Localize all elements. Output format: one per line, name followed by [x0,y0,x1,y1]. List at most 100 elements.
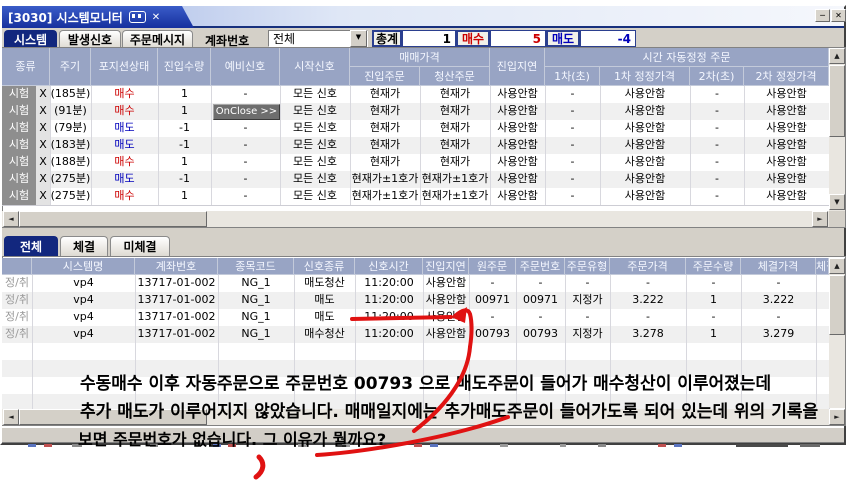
account-select[interactable]: 전체 ▼ [268,30,368,47]
column-header: 원주문 [469,258,516,275]
order-row: 정/취vp413717-01-002NG_1매도11:20:00사용안함0097… [2,292,829,309]
column-header: 진입지연 [423,258,469,275]
empty-cell [816,377,830,395]
cell-account-no: 13717-01-002 [135,292,219,310]
tab-signals[interactable]: 발생신호 [59,30,121,48]
clipped-glyph [414,444,422,447]
column-header: 종목코드 [218,258,294,275]
cell-order-price: - [610,275,687,293]
tab-order-messages[interactable]: 주문메시지 [122,30,193,48]
cell-reserve-signal: - [211,86,281,104]
cell-exit-order: 현재가 [420,137,491,155]
cell-order-price: - [610,309,687,327]
cell-t1-sec: - [545,103,601,121]
cell-t1-price: 사용안함 [600,171,691,189]
cell-qty: 1 [158,86,212,104]
cell-period: (91분) [50,103,92,121]
cell-orig-order: - [469,275,517,293]
cell-t1-price: 사용안함 [600,137,691,155]
scroll-right-icon[interactable]: ► [829,409,845,425]
cell-order-type: - [565,275,611,293]
column-header: 주문번호 [516,258,565,275]
modify-cancel-button[interactable]: 정/취 [2,326,33,344]
signal-row: 시험X(185분)매수1-모든 신호현재가현재가사용안함-사용안함-사용안함 [2,86,829,103]
cell-reserve-signal: - [211,188,281,206]
tab-all[interactable]: 전체 [4,236,58,256]
scroll-up-icon[interactable]: ▲ [829,48,845,64]
window-badge-icon [129,11,146,23]
cell-qty: 1 [158,154,212,172]
cell-t1-sec: - [545,120,601,138]
summary-value: 5 [490,30,546,47]
cell-t1-price: 사용안함 [600,86,691,104]
modify-cancel-button[interactable]: 정/취 [2,275,33,293]
scroll-down-icon[interactable]: ▼ [829,194,845,210]
signal-row: 시험X(188분)매수1-모든 신호현재가현재가사용안함-사용안함-사용안함 [2,154,829,171]
clipped-glyph [598,444,606,447]
column-header: 신호종류 [294,258,355,275]
scroll-left-icon[interactable]: ◄ [3,409,19,425]
scroll-up-icon[interactable]: ▲ [829,258,845,274]
scroll-right-icon[interactable]: ► [812,211,828,227]
cell-t1-sec: - [545,154,601,172]
cell-reserve-signal [211,103,281,121]
cell-entry-delay: 사용안함 [490,120,546,138]
cell-exit-order: 현재가 [420,154,491,172]
close-button[interactable]: ✕ [831,9,846,22]
scrollbar-corner [829,211,845,227]
h-scrollbar-thumb[interactable] [19,211,207,227]
cell-system: 시험 [2,120,37,138]
clipped-glyph [28,444,36,447]
cell-t2-sec: - [690,171,745,189]
cell-t1-price: 사용안함 [600,120,691,138]
empty-cell [816,360,830,378]
v-scrollbar-thumb[interactable] [829,65,845,137]
clipped-glyph [736,444,788,447]
column-header: 시스템명 [32,258,135,275]
cell-qty: 1 [158,188,212,206]
column-header: 예비신호 [211,48,280,86]
system-monitor-window: [3030] 시스템모니터 ✕ ─ ✕ 시스템발생신호주문메시지 계좌번호 전체… [0,0,847,481]
minimize-button[interactable]: ─ [815,9,830,22]
column-header: 진입주문 [350,67,420,86]
cell-t2-sec: - [690,188,745,206]
clipped-glyph [44,444,52,447]
cell-exit-order: 현재가 [420,86,491,104]
tab-system[interactable]: 시스템 [4,30,57,48]
cell-order-no: - [516,275,566,293]
cell-t2-sec: - [690,86,745,104]
modify-cancel-button[interactable]: 정/취 [2,292,33,310]
cell-signal-type: 매도 [294,292,356,310]
title-close-icon[interactable]: ✕ [152,12,160,23]
v-scrollbar2-thumb[interactable] [829,275,845,335]
cell-system-name: vp4 [32,326,136,344]
clipped-glyph [674,444,682,447]
cell-start-signal: 모든 신호 [280,103,351,121]
cell-order-type: 지정가 [565,292,611,310]
cell-position: 매수 [91,188,159,206]
cell-signal-time: 11:20:00 [355,275,424,293]
cell-system: 시험 [2,188,37,206]
cell-qty: -1 [158,120,212,138]
summary-label: 매수 [456,30,490,47]
cell-period-x: X [36,188,51,206]
clipped-glyph [658,444,666,447]
title-tab[interactable]: [3030] 시스템모니터 ✕ [2,6,194,28]
cell-t2-price: 사용안함 [744,188,830,206]
cell-entry-delay: 사용안함 [490,103,546,121]
cell-period: (188분) [50,154,92,172]
cell-entry-delay: 사용안함 [423,275,470,293]
cell-qty: -1 [158,171,212,189]
cell-signal-type: 매수청산 [294,326,356,344]
column-header: 시작신호 [280,48,350,86]
tab-filled[interactable]: 체결 [60,236,108,256]
summary-value: 1 [402,30,456,47]
modify-cancel-button[interactable]: 정/취 [2,309,33,327]
tab-unfilled[interactable]: 미체결 [110,236,170,256]
cell-t1-price: 사용안함 [600,154,691,172]
cell-start-signal: 모든 신호 [280,171,351,189]
chevron-down-icon[interactable]: ▼ [350,30,367,47]
cell-period: (275분) [50,171,92,189]
scroll-left-icon[interactable]: ◄ [3,211,19,227]
column-header: 주기 [50,48,91,86]
